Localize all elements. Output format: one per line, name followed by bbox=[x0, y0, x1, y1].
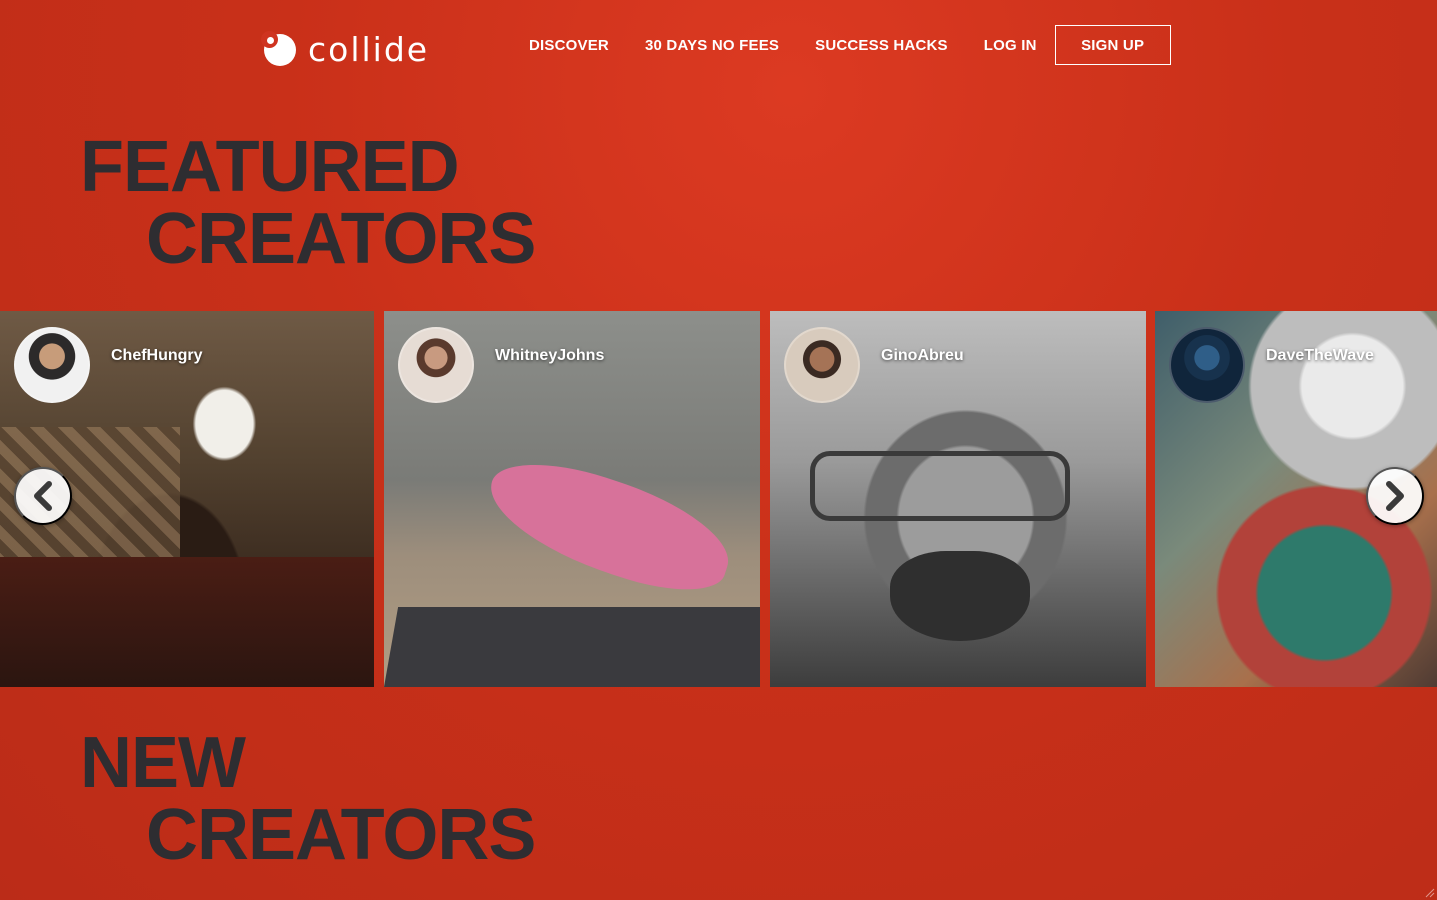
featured-creators-carousel: ChefHungry WhitneyJohns GinoAbreu DaveTh… bbox=[0, 311, 1437, 687]
nav-30-days-no-fees[interactable]: 30 DAYS NO FEES bbox=[645, 37, 779, 54]
nav-log-in[interactable]: LOG IN bbox=[984, 37, 1037, 54]
featured-heading-line1: FEATURED bbox=[80, 127, 460, 207]
carousel-prev-button[interactable] bbox=[14, 467, 72, 525]
avatar[interactable] bbox=[398, 327, 474, 403]
avatar[interactable] bbox=[784, 327, 860, 403]
chevron-left-icon bbox=[34, 481, 52, 511]
creator-card[interactable]: GinoAbreu bbox=[770, 311, 1146, 687]
logo-link[interactable]: collide bbox=[261, 30, 430, 70]
main-nav: DISCOVER 30 DAYS NO FEES SUCCESS HACKS L… bbox=[529, 25, 1171, 65]
avatar[interactable] bbox=[14, 327, 90, 403]
collide-logo-icon bbox=[261, 31, 296, 66]
creator-card[interactable]: WhitneyJohns bbox=[384, 311, 760, 687]
sign-up-button[interactable]: SIGN UP bbox=[1054, 25, 1171, 65]
new-heading-line1: NEW bbox=[80, 723, 246, 803]
new-creators-heading: NEW CREATORS bbox=[80, 723, 536, 875]
nav-success-hacks[interactable]: SUCCESS HACKS bbox=[815, 37, 948, 54]
avatar[interactable] bbox=[1169, 327, 1245, 403]
creator-name[interactable]: GinoAbreu bbox=[881, 347, 964, 365]
resize-handle-icon[interactable] bbox=[1423, 886, 1435, 898]
creator-name[interactable]: DaveTheWave bbox=[1266, 347, 1374, 365]
featured-heading-line2: CREATORS bbox=[146, 199, 536, 279]
creator-name[interactable]: WhitneyJohns bbox=[495, 347, 604, 365]
brand-name: collide bbox=[308, 30, 430, 69]
creator-name[interactable]: ChefHungry bbox=[111, 347, 203, 365]
chevron-right-icon bbox=[1386, 481, 1404, 511]
featured-creators-heading: FEATURED CREATORS bbox=[80, 127, 536, 279]
nav-discover[interactable]: DISCOVER bbox=[529, 37, 609, 54]
new-heading-line2: CREATORS bbox=[146, 795, 536, 875]
carousel-next-button[interactable] bbox=[1366, 467, 1424, 525]
